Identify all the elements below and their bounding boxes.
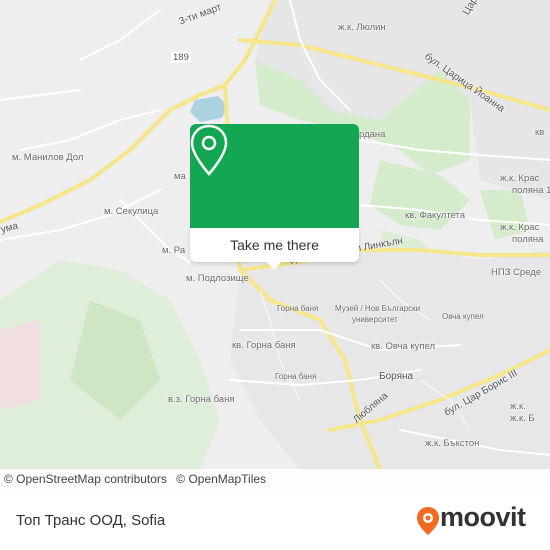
place-label: ма	[174, 171, 186, 182]
footer: Топ Транс ООД, Sofia moovit	[0, 490, 550, 550]
popup-header	[190, 124, 359, 228]
place-label: поляна 1	[512, 185, 550, 196]
place-label: Горна баня	[277, 304, 319, 313]
map-pin-icon	[190, 124, 228, 176]
place-label: м. Ра	[162, 245, 186, 256]
place-label: кв. Овча купел	[371, 341, 436, 352]
place-label: ж.к. Крас	[500, 222, 540, 233]
place-title: Топ Транс ООД, Sofia	[16, 512, 166, 529]
location-popup[interactable]: Take me there	[190, 124, 359, 270]
place-label: м. Манилов Дол	[12, 152, 84, 163]
place-label: ж.к. Крас	[500, 173, 540, 184]
place-label: университет	[352, 315, 398, 324]
place-label: м. Подлозище	[186, 273, 249, 284]
route-189-shield: 189	[171, 52, 191, 63]
place-label: ж.к. Бъкстон	[425, 438, 480, 449]
place-label: поляна	[512, 234, 544, 245]
place-label: ж.к. Б	[510, 413, 535, 424]
place-label: м. Секулица	[104, 206, 159, 217]
place-label: кв	[535, 127, 545, 138]
place-label: рдана	[359, 129, 386, 140]
take-me-there-label: Take me there	[230, 237, 319, 253]
place-label: ж.к. Люлин	[338, 22, 386, 33]
place-label: кв. Факултета	[405, 210, 466, 221]
omt-attribution-link[interactable]: © OpenMapTiles	[176, 472, 266, 486]
street-label: Боряна	[379, 371, 414, 382]
moovit-wordmark: moovit	[440, 502, 526, 532]
take-me-there-button[interactable]: Take me there	[190, 228, 359, 262]
place-label: Горна баня	[275, 372, 317, 381]
map[interactable]: 189 ж.к. Люлин м. Манилов Дол м. Секулиц…	[0, 0, 550, 490]
moovit-logo[interactable]: moovit	[416, 501, 534, 537]
place-label: Овча купел	[442, 312, 484, 321]
osm-attribution-link[interactable]: © OpenStreetMap contributors	[4, 472, 167, 486]
place-label: НПЗ Среде	[491, 267, 542, 278]
place-label: в.з. Горна баня	[168, 394, 235, 405]
moovit-pin-icon	[417, 507, 439, 535]
popup-tip	[266, 261, 282, 270]
map-attribution: © OpenStreetMap contributors © OpenMapTi…	[0, 469, 550, 490]
place-label: кв. Горна баня	[232, 340, 296, 351]
place-label: ж.к.	[510, 401, 526, 412]
place-label: Музей / Нов Български	[335, 304, 421, 313]
